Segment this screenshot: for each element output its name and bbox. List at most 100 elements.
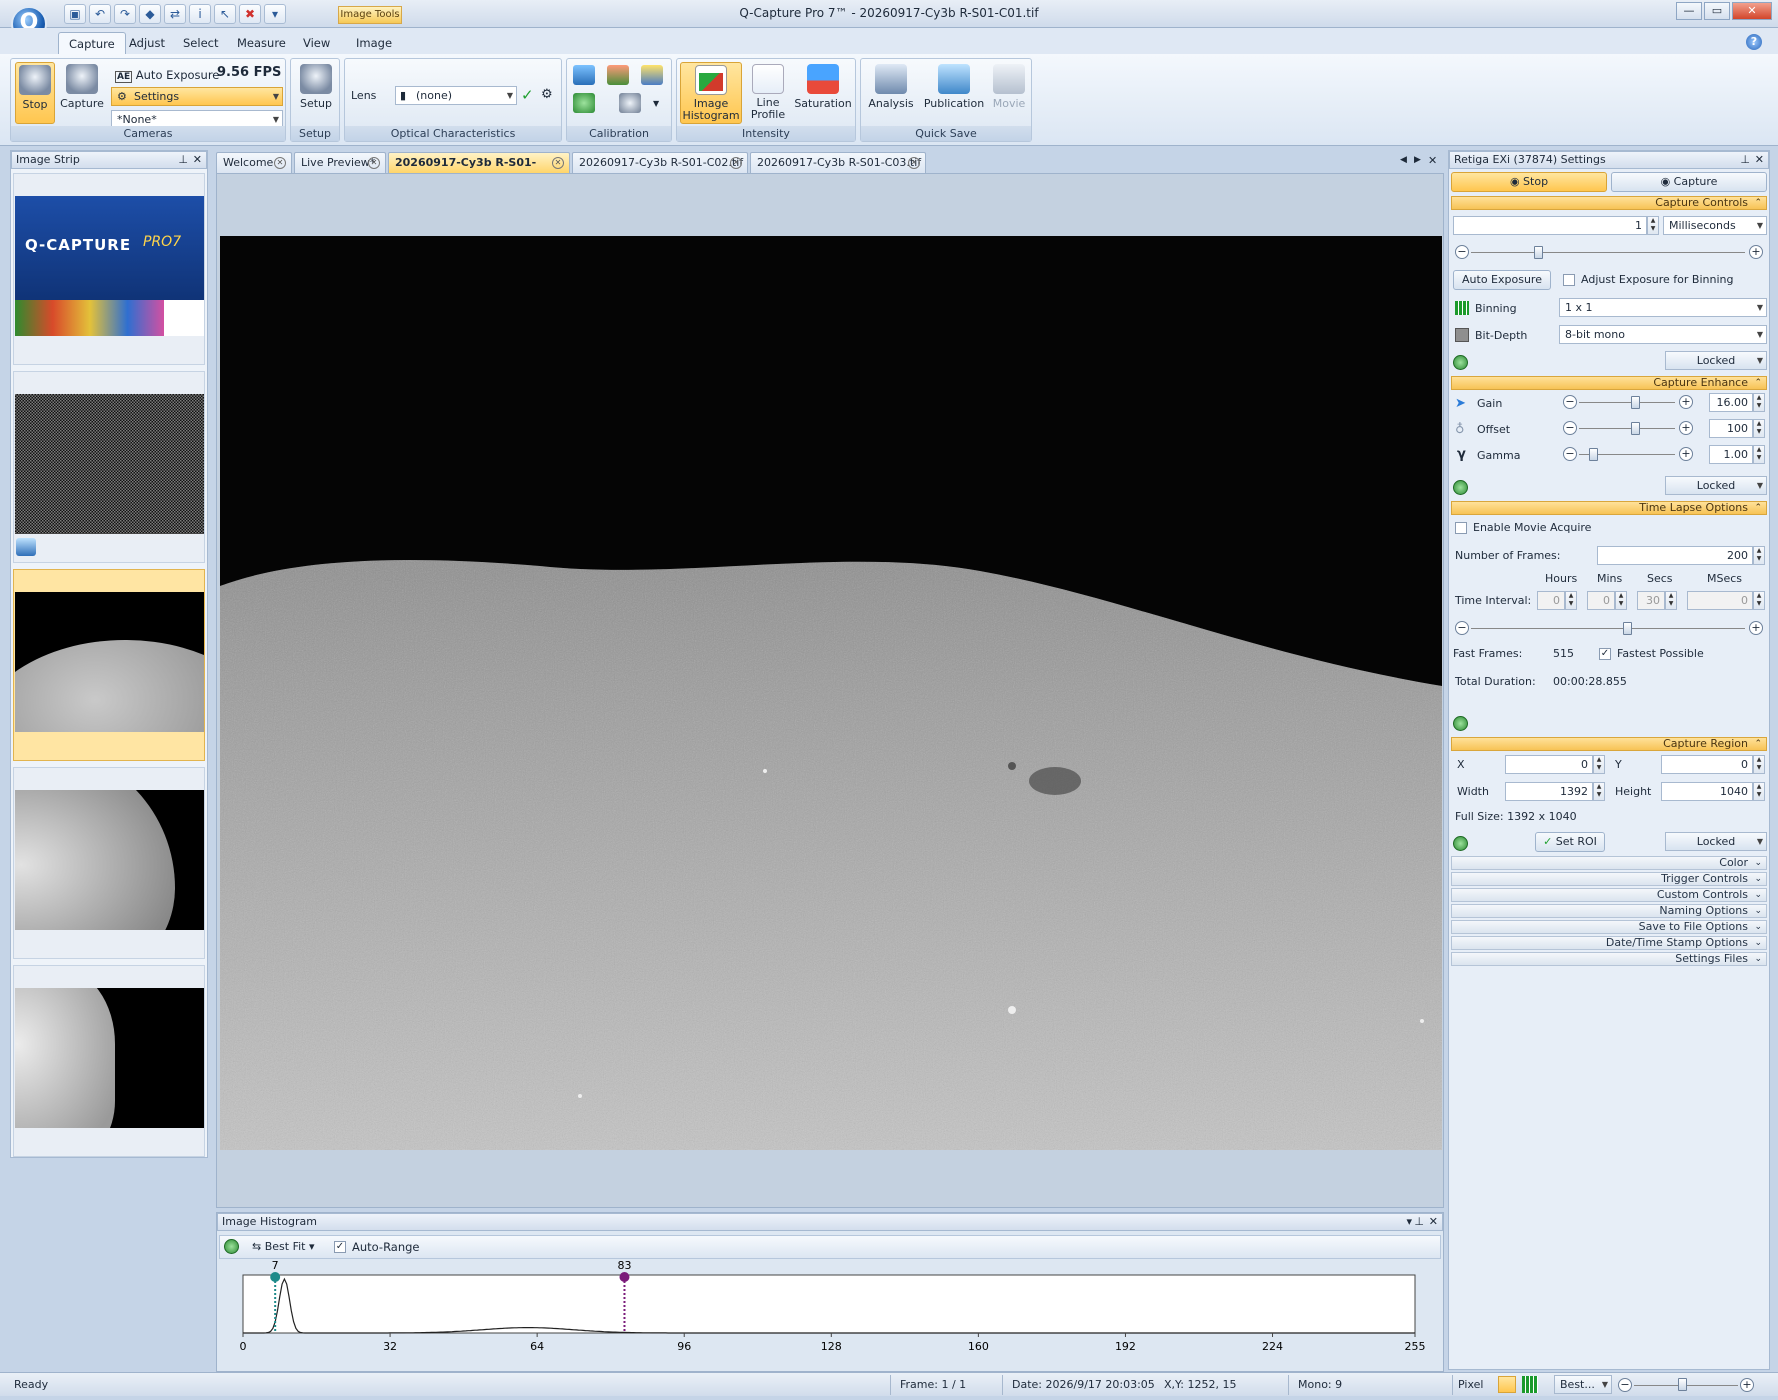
zoom-dropdown[interactable]: Best... ▼: [1554, 1375, 1612, 1394]
refresh-icon[interactable]: [1453, 480, 1468, 495]
offset-spinner[interactable]: ▲ ▼: [1753, 419, 1765, 438]
bit-depth-dropdown[interactable]: 8-bit mono ▼: [1559, 325, 1767, 344]
x-input[interactable]: 0: [1505, 755, 1593, 774]
stop-button[interactable]: Stop: [15, 62, 55, 124]
frames-input[interactable]: 200: [1597, 546, 1753, 565]
refresh-icon[interactable]: [224, 1239, 239, 1254]
capture-region-header[interactable]: Capture Region ⌃: [1451, 737, 1767, 751]
thumbnail-live-preview[interactable]: [13, 371, 205, 563]
tag-icon[interactable]: ◆: [139, 4, 161, 24]
close-icon[interactable]: ✕: [908, 157, 920, 169]
save-icon[interactable]: ▣: [64, 4, 86, 24]
exposure-minus-button[interactable]: −: [1455, 245, 1469, 259]
tab-view[interactable]: View: [293, 32, 340, 54]
tab-capture[interactable]: Capture: [58, 32, 126, 54]
interval-slider-thumb[interactable]: [1623, 622, 1632, 635]
auto-exposure-button[interactable]: Auto Exposure: [1453, 270, 1551, 290]
close-icon[interactable]: ✕: [1755, 152, 1764, 168]
trigger-controls-section[interactable]: Trigger Controls ⌄: [1451, 872, 1767, 886]
exposure-unit-dropdown[interactable]: Milliseconds ▼: [1663, 216, 1767, 235]
close-button[interactable]: ✕: [1732, 2, 1772, 20]
exposure-slider-thumb[interactable]: [1534, 246, 1543, 259]
setup-button[interactable]: Setup: [295, 62, 337, 124]
apply-check-icon[interactable]: ✓: [521, 86, 534, 104]
adjust-binning-checkbox[interactable]: [1563, 274, 1575, 286]
refresh-icon[interactable]: [1453, 716, 1468, 731]
frames-spinner[interactable]: ▲ ▼: [1753, 546, 1765, 565]
height-spinner[interactable]: ▲ ▼: [1753, 782, 1765, 801]
calibration-icon[interactable]: [573, 65, 595, 85]
zoom-out-button[interactable]: −: [1618, 1378, 1632, 1392]
binning-dropdown[interactable]: 1 x 1 ▼: [1559, 298, 1767, 317]
gamma-minus-button[interactable]: −: [1563, 447, 1577, 461]
doc-tab-c01[interactable]: 20260917-Cy3b R-S01-C01.tif✕: [388, 152, 570, 189]
image-histogram-button[interactable]: Image Histogram: [680, 62, 742, 124]
chevron-down-icon[interactable]: ▾: [1406, 1214, 1412, 1230]
high-marker-handle[interactable]: [619, 1272, 630, 1282]
interval-hours-spinner[interactable]: ▲ ▼: [1565, 591, 1577, 610]
thumbnail-c01[interactable]: [13, 569, 205, 761]
analysis-button[interactable]: Analysis: [865, 62, 917, 124]
thumbnail-welcome[interactable]: Q-CAPTURE PRO7: [13, 173, 205, 365]
capture-region-locked-dropdown[interactable]: Locked ▼: [1665, 832, 1767, 851]
refresh-icon[interactable]: [1453, 355, 1468, 370]
publication-button[interactable]: Publication: [921, 62, 987, 124]
doc-tab-c03[interactable]: 20260917-Cy3b R-S01-C03.tif ✕: [750, 152, 926, 173]
gamma-slider-thumb[interactable]: [1589, 448, 1598, 461]
zoom-in-button[interactable]: +: [1740, 1378, 1754, 1392]
y-spinner[interactable]: ▲ ▼: [1753, 755, 1765, 774]
fastest-possible-checkbox[interactable]: ✓: [1599, 648, 1611, 660]
flat-field-icon[interactable]: [607, 65, 629, 85]
help-icon[interactable]: ?: [1746, 34, 1762, 50]
chevron-down-icon[interactable]: ▼: [653, 99, 659, 108]
refresh-calibration-icon[interactable]: [573, 93, 595, 113]
maximize-button[interactable]: ▭: [1704, 2, 1730, 20]
close-icon[interactable]: ✕: [552, 157, 564, 169]
arrows-icon[interactable]: ⇄: [164, 4, 186, 24]
gain-minus-button[interactable]: −: [1563, 395, 1577, 409]
interval-minus-button[interactable]: −: [1455, 621, 1469, 635]
interval-msecs-spinner[interactable]: ▲ ▼: [1753, 591, 1765, 610]
capture-enhance-header[interactable]: Capture Enhance ⌃: [1451, 376, 1767, 390]
redo-icon[interactable]: ↷: [114, 4, 136, 24]
tab-select[interactable]: Select: [173, 32, 228, 54]
customize-toolbar-icon[interactable]: ▾: [264, 4, 286, 24]
date-time-stamp-section[interactable]: Date/Time Stamp Options ⌄: [1451, 936, 1767, 950]
gain-spinner[interactable]: ▲ ▼: [1753, 393, 1765, 412]
y-input[interactable]: 0: [1661, 755, 1753, 774]
lens-settings-icon[interactable]: ⚙: [541, 87, 553, 102]
low-marker-handle[interactable]: [270, 1272, 281, 1282]
exposure-input[interactable]: 1: [1453, 216, 1647, 235]
refresh-icon[interactable]: [1453, 836, 1468, 851]
close-icon[interactable]: ✕: [1429, 1214, 1438, 1230]
pin-icon[interactable]: ⊥: [1414, 1214, 1424, 1230]
offset-input[interactable]: 100: [1709, 419, 1753, 438]
doc-tab-live-preview[interactable]: Live Preview* ✕: [294, 152, 386, 173]
interval-hours-input[interactable]: 0: [1537, 591, 1565, 610]
enable-movie-checkbox[interactable]: [1455, 522, 1467, 534]
settings-stop-button[interactable]: ◉ Stop: [1451, 172, 1607, 192]
interval-slider-track[interactable]: [1471, 628, 1745, 629]
gamma-spinner[interactable]: ▲ ▼: [1753, 445, 1765, 464]
close-icon[interactable]: ✕: [730, 157, 742, 169]
close-doc-icon[interactable]: ✕: [1428, 154, 1437, 167]
custom-controls-section[interactable]: Custom Controls ⌄: [1451, 888, 1767, 902]
minimize-button[interactable]: —: [1676, 2, 1702, 20]
interval-mins-spinner[interactable]: ▲ ▼: [1615, 591, 1627, 610]
undo-icon[interactable]: ↶: [89, 4, 111, 24]
settings-dropdown[interactable]: ⚙ Settings ▼: [111, 87, 283, 106]
best-fit-dropdown[interactable]: ⇆ Best Fit ▾: [252, 1240, 315, 1253]
doc-tab-welcome[interactable]: Welcome ✕: [216, 152, 292, 173]
camera-calibration-icon[interactable]: [619, 93, 641, 113]
width-input[interactable]: 1392: [1505, 782, 1593, 801]
grid-view-icon[interactable]: [1522, 1376, 1538, 1393]
width-spinner[interactable]: ▲ ▼: [1593, 782, 1605, 801]
x-spinner[interactable]: ▲ ▼: [1593, 755, 1605, 774]
exposure-slider-track[interactable]: [1471, 252, 1745, 253]
exposure-spinner[interactable]: ▲ ▼: [1647, 216, 1659, 235]
interval-msecs-input[interactable]: 0: [1687, 591, 1753, 610]
auto-range-checkbox[interactable]: ✓: [334, 1241, 346, 1253]
capture-button[interactable]: Capture: [59, 62, 105, 124]
microscope-image[interactable]: [220, 236, 1442, 1150]
gain-slider-thumb[interactable]: [1631, 396, 1640, 409]
